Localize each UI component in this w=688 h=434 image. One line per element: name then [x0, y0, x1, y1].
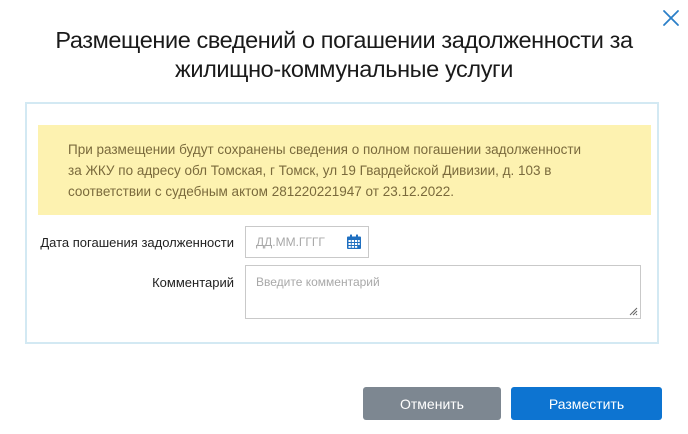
- submit-button[interactable]: Разместить: [511, 387, 662, 420]
- dialog-title: Размещение сведений о погашении задолжен…: [0, 26, 688, 84]
- repayment-date-field: [245, 226, 369, 258]
- form-panel: При размещении будут сохранены сведения …: [25, 102, 659, 344]
- dialog-title-line-1: Размещение сведений о погашении задолжен…: [55, 27, 633, 53]
- notice-line-1: При размещении будут сохранены сведения …: [68, 142, 582, 157]
- repayment-date-label: Дата погашения задолженности: [40, 235, 234, 250]
- debt-repayment-dialog: Размещение сведений о погашении задолжен…: [0, 0, 688, 434]
- notice-line-2: за ЖКУ по адресу обл Томская, г Томск, у…: [68, 163, 552, 178]
- comment-field: [245, 265, 641, 319]
- info-notice: При размещении будут сохранены сведения …: [38, 125, 651, 215]
- comment-label: Комментарий: [152, 275, 234, 290]
- repayment-date-input[interactable]: [246, 227, 342, 257]
- comment-textarea[interactable]: [246, 266, 640, 318]
- calendar-button[interactable]: [346, 234, 362, 250]
- cancel-button[interactable]: Отменить: [363, 387, 501, 420]
- dialog-title-line-2: жилищно-коммунальные услуги: [175, 56, 513, 82]
- resize-handle-icon[interactable]: [628, 306, 638, 316]
- notice-line-3: соответствии с судебным актом 2812202219…: [68, 184, 455, 199]
- calendar-icon: [347, 234, 361, 249]
